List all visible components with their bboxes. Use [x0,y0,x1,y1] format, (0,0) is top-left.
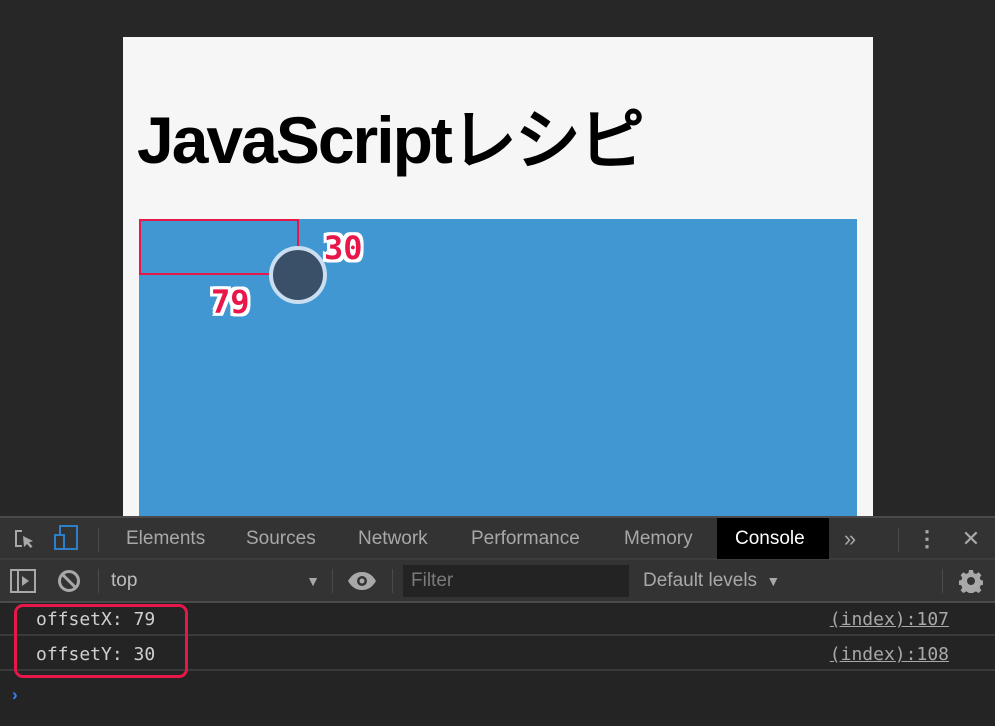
device-toolbar-icon[interactable] [52,525,80,553]
close-icon[interactable]: ✕ [958,526,984,552]
separator [392,569,393,593]
context-select[interactable]: top ▼ [100,564,328,598]
tab-performance[interactable]: Performance [453,518,598,559]
kebab-menu-icon[interactable]: ⋮ [916,526,938,552]
web-page: JavaScriptレシピ 30 79 [123,37,873,516]
console-toolbar: top ▼ Default levels ▼ [0,560,995,603]
separator [98,569,99,593]
devtools-tabbar: Elements Sources Network Performance Mem… [0,516,995,560]
page-title: JavaScriptレシピ [137,103,645,177]
log-levels-value: Default levels [643,570,758,591]
offset-y-annotation: 30 [324,229,363,267]
console-prompt-icon[interactable]: › [12,685,18,705]
console-source-link[interactable]: (index):108 [830,644,949,665]
separator [942,569,943,593]
dropdown-arrow-icon: ▼ [306,573,320,589]
separator [898,528,899,552]
highlight-box [14,604,188,678]
tab-sources[interactable]: Sources [228,518,334,559]
console-output: offsetX: 79 (index):107 offsetY: 30 (ind… [0,603,995,726]
pointer-circle [269,246,327,304]
eye-icon[interactable] [347,569,377,593]
browser-viewport: JavaScriptレシピ 30 79 [0,0,995,516]
context-value: top [111,570,138,591]
dropdown-arrow-icon: ▼ [766,573,781,589]
clear-console-icon[interactable] [56,568,82,594]
tab-memory[interactable]: Memory [606,518,711,559]
console-sidebar-icon[interactable] [10,568,36,594]
separator [98,528,99,552]
tab-network[interactable]: Network [340,518,446,559]
tab-elements[interactable]: Elements [108,518,223,559]
offset-x-annotation: 79 [211,283,250,321]
mouse-stage[interactable]: 30 79 [139,219,857,516]
log-levels-select[interactable]: Default levels ▼ [643,564,780,598]
gear-icon[interactable] [958,568,984,594]
devtools-panel: Elements Sources Network Performance Mem… [0,516,995,726]
inspect-element-icon[interactable] [10,526,38,552]
filter-input[interactable] [403,565,629,597]
separator [332,569,333,593]
more-tabs-icon[interactable]: » [838,526,862,552]
tab-console[interactable]: Console [717,518,829,559]
console-source-link[interactable]: (index):107 [830,609,949,630]
